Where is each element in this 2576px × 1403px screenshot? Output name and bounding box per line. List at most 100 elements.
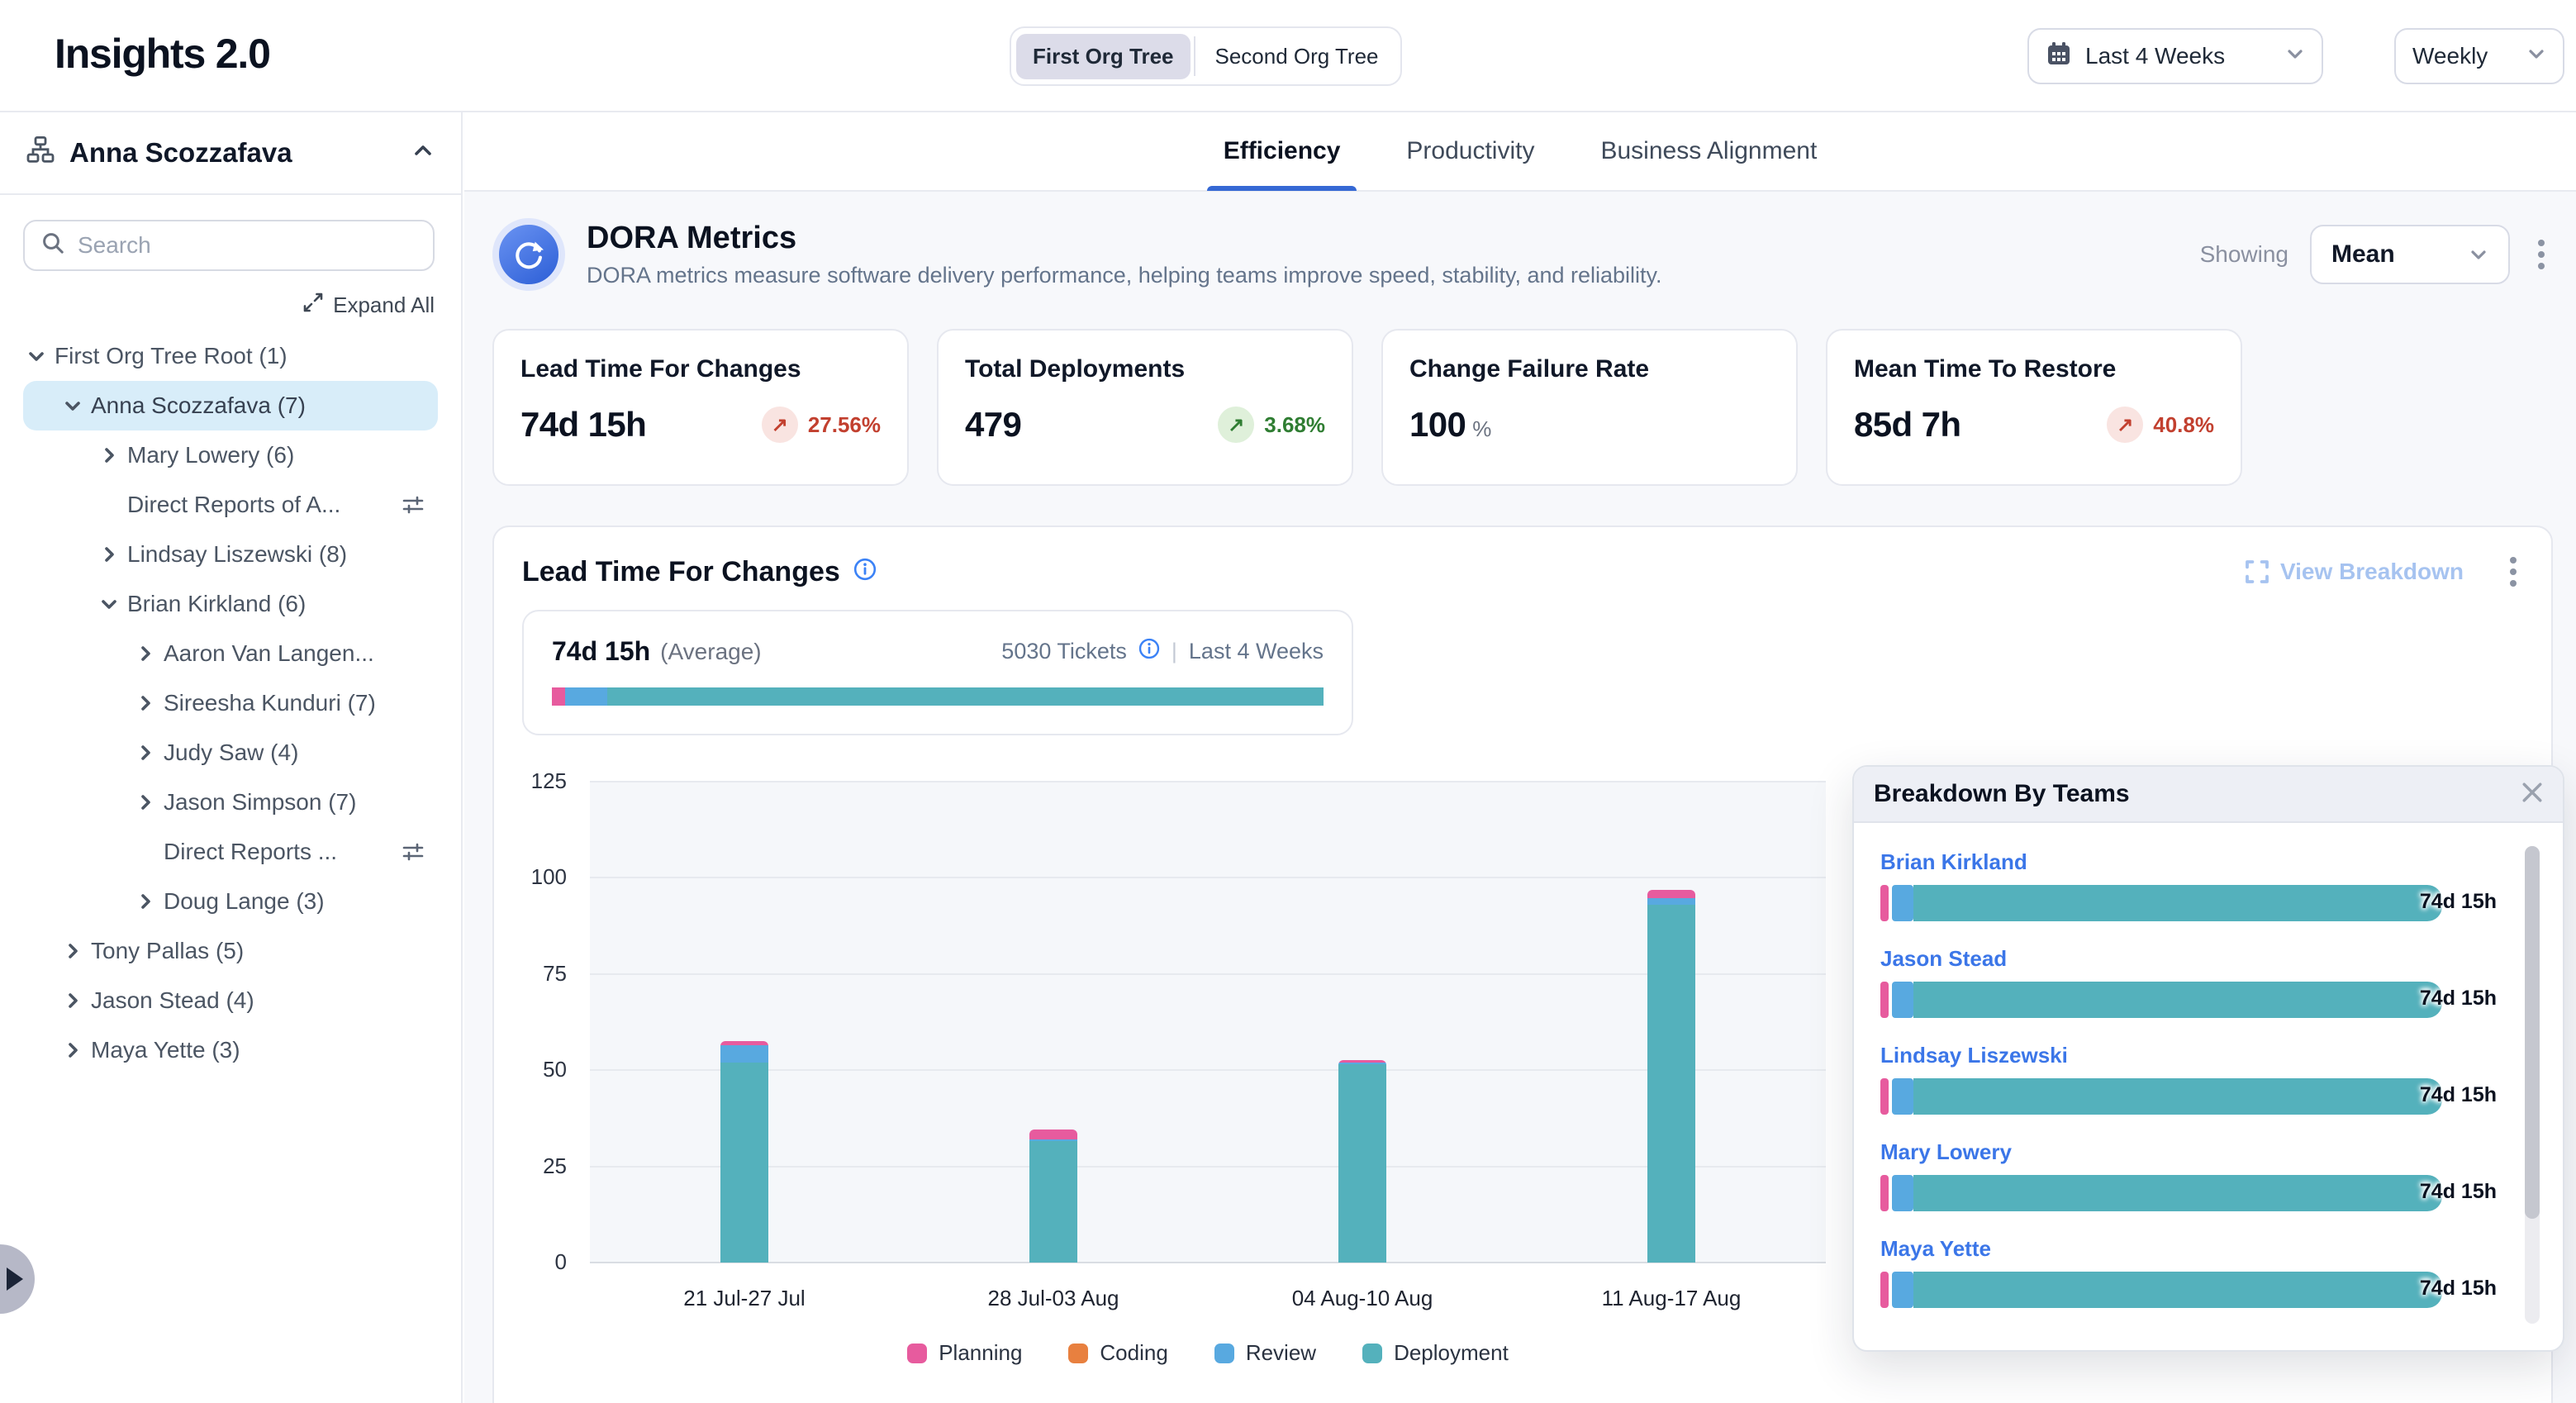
- main-tabs: Efficiency Productivity Business Alignme…: [464, 112, 2576, 192]
- stacked-bar-04-aug-10-aug[interactable]: [1338, 1060, 1386, 1263]
- gridline: [590, 1262, 1826, 1263]
- filter-sliders-icon[interactable]: [402, 493, 425, 516]
- tree-item-doug-lange-3[interactable]: Doug Lange (3): [23, 877, 438, 926]
- sidebar-header[interactable]: Anna Scozzafava: [0, 112, 461, 195]
- legend-label: Review: [1246, 1340, 1316, 1366]
- tree-item-label: Maya Yette (3): [91, 1037, 240, 1063]
- chevron-right-icon[interactable]: [63, 941, 83, 961]
- dora-menu-button[interactable]: [2531, 233, 2551, 276]
- close-icon[interactable]: [2521, 779, 2543, 810]
- tab-productivity[interactable]: Productivity: [1406, 112, 1534, 191]
- trend-up-icon: ↗: [762, 407, 798, 443]
- toggle-second-org-tree[interactable]: Second Org Tree: [1199, 34, 1395, 79]
- deployment-segment: [1913, 1272, 2442, 1308]
- tree-item-lindsay-liszewski-8[interactable]: Lindsay Liszewski (8): [23, 530, 438, 579]
- chevron-down-icon[interactable]: [26, 346, 46, 366]
- x-tick-label: 11 Aug-17 Aug: [1517, 1286, 1826, 1311]
- chevron-right-icon[interactable]: [135, 693, 155, 713]
- delta-value: 27.56%: [808, 412, 881, 438]
- chart-menu-button[interactable]: [2503, 550, 2523, 593]
- tree-item-aaron-van-langen[interactable]: Aaron Van Langen...: [23, 629, 438, 678]
- chevron-right-icon[interactable]: [63, 991, 83, 1011]
- team-link[interactable]: Maya Yette: [1880, 1236, 2536, 1262]
- view-breakdown-label: View Breakdown: [2280, 559, 2464, 585]
- org-tree-sidebar: Anna Scozzafava Expand All First Org Tre…: [0, 112, 463, 1403]
- planning-segment: [1029, 1130, 1077, 1139]
- scrollbar-track[interactable]: [2525, 846, 2540, 1324]
- tree-item-sireesha-kunduri-7[interactable]: Sireesha Kunduri (7): [23, 678, 438, 728]
- tree-item-label: Tony Pallas (5): [91, 938, 244, 964]
- team-link[interactable]: Mary Lowery: [1880, 1139, 2536, 1165]
- legend-swatch: [1068, 1344, 1088, 1363]
- tree-item-direct-reports-of-a[interactable]: Direct Reports of A...: [23, 480, 438, 530]
- tree-item-direct-reports[interactable]: Direct Reports ...: [23, 827, 438, 877]
- tree-item-tony-pallas-5[interactable]: Tony Pallas (5): [23, 926, 438, 976]
- average-suffix: (Average): [660, 639, 761, 665]
- tree-item-label: Anna Scozzafava (7): [91, 392, 306, 419]
- tree-item-maya-yette-3[interactable]: Maya Yette (3): [23, 1025, 438, 1075]
- breakdown-header: Breakdown By Teams: [1854, 767, 2563, 823]
- scrollbar-thumb[interactable]: [2525, 846, 2540, 1219]
- aggregation-select[interactable]: Mean: [2310, 225, 2510, 284]
- y-tick-label: 25: [494, 1153, 567, 1179]
- view-breakdown-button[interactable]: View Breakdown: [2246, 559, 2464, 585]
- breakdown-row-jason-stead: Jason Stead 74d 15h: [1880, 946, 2536, 1018]
- chevron-right-icon[interactable]: [135, 644, 155, 663]
- chevron-right-icon[interactable]: [135, 743, 155, 763]
- x-tick-label: 28 Jul-03 Aug: [899, 1286, 1208, 1311]
- chevron-right-icon[interactable]: [99, 445, 119, 465]
- stacked-bar-11-aug-17-aug[interactable]: [1647, 890, 1695, 1263]
- filter-sliders-icon[interactable]: [402, 840, 425, 863]
- info-icon[interactable]: [853, 557, 877, 587]
- chevron-right-icon[interactable]: [99, 545, 119, 564]
- x-tick-label: 04 Aug-10 Aug: [1208, 1286, 1517, 1311]
- tree-item-first-org-tree-root-1[interactable]: First Org Tree Root (1): [23, 331, 438, 381]
- legend-label: Coding: [1100, 1340, 1167, 1366]
- average-value: 74d 15h: [552, 636, 650, 667]
- stacked-bar-21-jul-27-jul[interactable]: [720, 1041, 768, 1263]
- stacked-bar-28-jul-03-aug[interactable]: [1029, 1130, 1077, 1263]
- metric-value: 100%: [1409, 405, 1491, 445]
- tab-efficiency[interactable]: Efficiency: [1224, 112, 1341, 191]
- section-title-row: Lead Time For Changes View Breakdown: [522, 550, 2523, 593]
- toggle-divider: [1194, 36, 1195, 76]
- granularity-select[interactable]: Weekly: [2394, 28, 2564, 84]
- metric-card-total-deployments: Total Deployments 479 ↗ 3.68%: [937, 329, 1353, 486]
- legend-item-coding[interactable]: Coding: [1068, 1340, 1167, 1366]
- chevron-up-icon[interactable]: [411, 138, 435, 169]
- tree-item-jason-stead-4[interactable]: Jason Stead (4): [23, 976, 438, 1025]
- team-link[interactable]: Brian Kirkland: [1880, 849, 2536, 875]
- chevron-down-icon[interactable]: [99, 594, 119, 614]
- expand-all-label: Expand All: [333, 292, 435, 318]
- chevron-down-icon[interactable]: [63, 396, 83, 416]
- y-tick-label: 0: [494, 1249, 567, 1275]
- tree-item-mary-lowery-6[interactable]: Mary Lowery (6): [23, 430, 438, 480]
- expand-all-button[interactable]: Expand All: [0, 292, 435, 318]
- chevron-right-icon[interactable]: [135, 792, 155, 812]
- team-phase-bar: 74d 15h: [1880, 1272, 2442, 1308]
- search-input[interactable]: [78, 232, 416, 259]
- average-meta: 5030 Tickets | Last 4 Weeks: [1001, 638, 1324, 665]
- metric-card-mean-time-to-restore: Mean Time To Restore 85d 7h ↗ 40.8%: [1826, 329, 2242, 486]
- tab-business-alignment[interactable]: Business Alignment: [1600, 112, 1817, 191]
- tree-item-jason-simpson-7[interactable]: Jason Simpson (7): [23, 778, 438, 827]
- tree-item-brian-kirkland-6[interactable]: Brian Kirkland (6): [23, 579, 438, 629]
- toggle-first-org-tree[interactable]: First Org Tree: [1016, 34, 1191, 79]
- delta-badge: ↗ 27.56%: [762, 407, 881, 443]
- legend-item-deployment[interactable]: Deployment: [1362, 1340, 1509, 1366]
- legend-item-planning[interactable]: Planning: [907, 1340, 1022, 1366]
- chevron-right-icon[interactable]: [63, 1040, 83, 1060]
- gridline: [590, 1069, 1826, 1071]
- tree-item-anna-scozzafava-7[interactable]: Anna Scozzafava (7): [23, 381, 438, 430]
- tree-item-label: Doug Lange (3): [164, 888, 325, 915]
- team-link[interactable]: Jason Stead: [1880, 946, 2536, 972]
- info-icon[interactable]: [1138, 638, 1160, 665]
- legend-item-review[interactable]: Review: [1214, 1340, 1316, 1366]
- team-link[interactable]: Lindsay Liszewski: [1880, 1043, 2536, 1068]
- chevron-right-icon[interactable]: [135, 892, 155, 911]
- average-summary-top: 74d 15h (Average) 5030 Tickets | Last 4 …: [552, 636, 1324, 667]
- tree-item-judy-saw-4[interactable]: Judy Saw (4): [23, 728, 438, 778]
- breakdown-row-maya-yette: Maya Yette 74d 15h: [1880, 1236, 2536, 1308]
- date-range-select[interactable]: Last 4 Weeks: [2027, 28, 2323, 84]
- deployment-segment: [1338, 1064, 1386, 1263]
